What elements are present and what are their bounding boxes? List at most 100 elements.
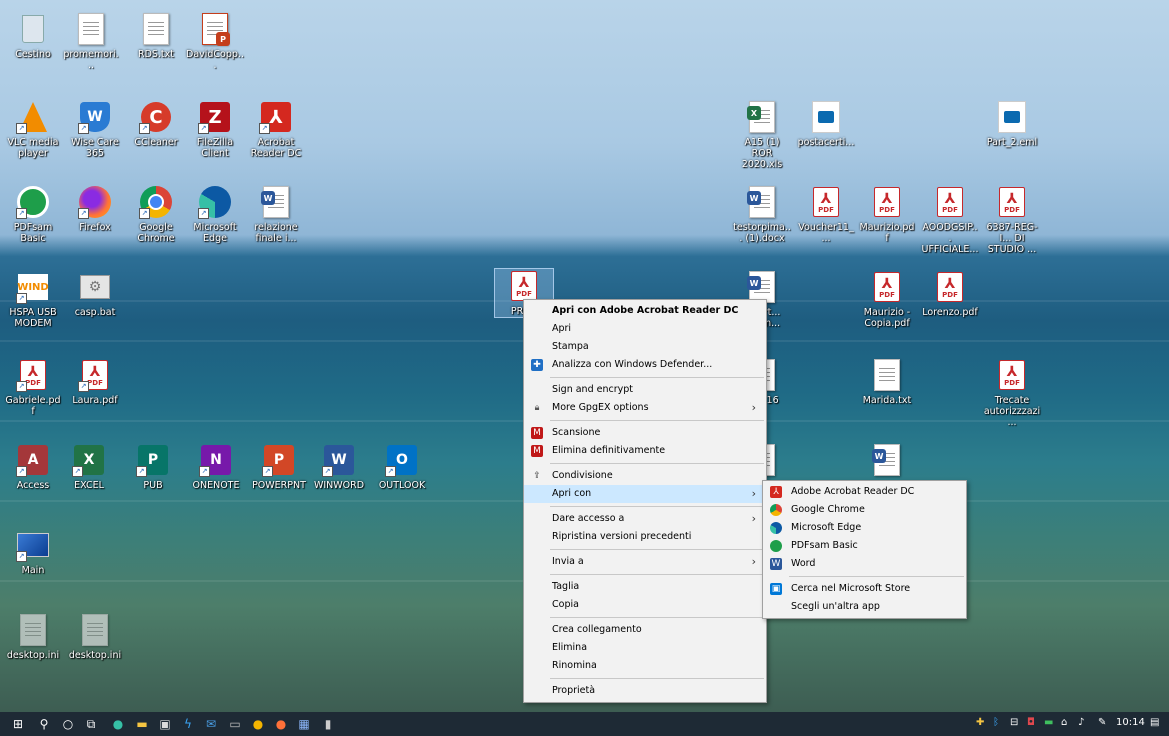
start-windows-icon[interactable]: ⊞	[10, 716, 26, 732]
menu-item-send-to[interactable]: Invia a ›	[524, 553, 766, 571]
submenu-item-acrobat[interactable]: ⅄ Adobe Acrobat Reader DC	[763, 483, 966, 501]
notification-icon[interactable]: ▤	[1150, 717, 1159, 728]
desktop-icon-hspa-modem[interactable]: WIND ↗ HSPA USB MODEM	[4, 270, 62, 329]
desktop-icon-pdfsam[interactable]: ↗ PDFsam Basic	[4, 185, 62, 244]
menu-item-open[interactable]: Apri	[524, 320, 766, 338]
menu-item-give-access[interactable]: Dare accesso a ›	[524, 510, 766, 528]
app-taskbar-icon[interactable]: ▦	[296, 716, 312, 732]
battery-icon[interactable]: ▬	[1044, 717, 1053, 728]
tray-network-icon[interactable]: ✚	[976, 717, 984, 728]
desktop-icon-maurizio-copia-pdf[interactable]: ⅄ PDF Maurizio - Copia.pdf	[858, 270, 916, 329]
pen-icon[interactable]: ✎	[1098, 717, 1106, 728]
submenu-item-choose-app[interactable]: Scegli un'altra app	[763, 598, 966, 616]
tray-app-icon[interactable]: ⊟	[1010, 717, 1018, 728]
submenu-item-edge[interactable]: Microsoft Edge	[763, 519, 966, 537]
menu-item-rename[interactable]: Rinomina	[524, 657, 766, 675]
desktop-icon-aoodgsip[interactable]: ⅄ PDF AOODGSIP... UFFICIALE...	[921, 185, 979, 255]
mcafee-tray-icon[interactable]: ◘	[1027, 717, 1035, 728]
desktop-icon-acrobat[interactable]: ⅄ ↗ Acrobat Reader DC	[247, 100, 305, 159]
desktop-icon-voucher[interactable]: ⅄ PDF Voucher11_...	[797, 185, 855, 244]
menu-separator	[550, 549, 764, 550]
desktop-icon-part2-eml[interactable]: Part_2.eml	[983, 100, 1041, 148]
mail-taskbar-icon[interactable]: ✉	[203, 716, 219, 732]
desktop-icon-vlc[interactable]: ↗ VLC media player	[4, 100, 62, 159]
file-explorer-icon[interactable]: ▬	[134, 716, 150, 732]
desktop-icon-promemoria[interactable]: promemori...	[62, 12, 120, 71]
onenote-icon: N ↗	[199, 443, 233, 477]
desktop-icon-relazione[interactable]: W relazione finale i...	[247, 185, 305, 244]
desktop-icon-edge[interactable]: ↗ Microsoft Edge	[186, 185, 244, 244]
menu-item-open-with[interactable]: Apri con ›	[524, 485, 766, 503]
menu-item-sign-encrypt[interactable]: Sign and encrypt	[524, 381, 766, 399]
desktop-icon-word[interactable]: W ↗ WINWORD	[310, 443, 368, 491]
desktop-icon-lorenzo-pdf[interactable]: ⅄ PDF Lorenzo.pdf	[921, 270, 979, 318]
lightning-app-icon[interactable]: ϟ	[180, 716, 196, 732]
desktop-icon-powerpoint[interactable]: P ↗ POWERPNT	[250, 443, 308, 491]
menu-item-create-shortcut[interactable]: Crea collegamento	[524, 621, 766, 639]
desktop-icon-6387-reg[interactable]: ⅄ PDF 6387-REG-I... DI STUDIO ...	[983, 185, 1041, 255]
menu-item-print[interactable]: Stampa	[524, 338, 766, 356]
menu-item-gpgex-options[interactable]: 🔒︎ More GpgEX options ›	[524, 399, 766, 417]
desktop-icon-main[interactable]: ↗ Main	[4, 528, 62, 576]
desktop-icon-word-partial[interactable]: W	[858, 443, 916, 477]
desktop-icon-trecate[interactable]: ⅄ PDF Trecate autorizzzazi...	[983, 358, 1041, 428]
menu-item-share[interactable]: ⇪ Condivisione	[524, 467, 766, 485]
menu-item-scan[interactable]: M Scansione	[524, 424, 766, 442]
desktop-icon-outlook[interactable]: O ↗ OUTLOOK	[373, 443, 431, 491]
chrome-taskbar-icon[interactable]: ●	[250, 716, 266, 732]
desktop-icon-rds-txt[interactable]: RDS.txt	[127, 12, 185, 60]
desktop-icon-publisher[interactable]: P ↗ PUB	[124, 443, 182, 491]
submenu-item-pdfsam[interactable]: PDFsam Basic	[763, 537, 966, 555]
desktop-icon-recycle-bin[interactable]: Cestino	[4, 12, 62, 60]
desktop-icon-onenote[interactable]: N ↗ ONENOTE	[187, 443, 245, 491]
desktop-icon-access[interactable]: A ↗ Access	[4, 443, 62, 491]
search-icon[interactable]: ⚲	[36, 716, 52, 732]
desktop-icon-chrome[interactable]: ↗ Google Chrome	[127, 185, 185, 244]
menu-separator	[550, 463, 764, 464]
task-view-icon[interactable]: ⧉	[83, 716, 99, 732]
desktop-icon-casp-bat[interactable]: ⚙ casp.bat	[66, 270, 124, 318]
taskbar: ⊞ ⚲ ○ ⧉ ● ▬ ▣ ϟ ✉ ▭ ● ● ▦ ▮ ✚ ᛒ ⊟ ◘ ▬ ⌂ …	[0, 712, 1169, 736]
desktop-icon-firefox[interactable]: ↗ Firefox	[66, 185, 124, 233]
cortana-circle-icon[interactable]: ○	[60, 716, 76, 732]
bluetooth-icon[interactable]: ᛒ	[993, 717, 999, 728]
desktop-icon-ccleaner[interactable]: C ↗ CCleaner	[127, 100, 185, 148]
excel-icon: X ↗	[72, 443, 106, 477]
menu-item-shred[interactable]: M Elimina definitivamente	[524, 442, 766, 460]
desktop-icon-filezilla[interactable]: Z ↗ FileZilla Client	[186, 100, 244, 159]
desktop-icon-davidcopp[interactable]: P DavidCopp...	[186, 12, 244, 71]
desktop-icon-excel[interactable]: X ↗ EXCEL	[60, 443, 118, 491]
notepad-taskbar-icon[interactable]: ▮	[320, 716, 336, 732]
submenu-item-store[interactable]: ▣ Cerca nel Microsoft Store	[763, 580, 966, 598]
terminal-icon[interactable]: ▭	[227, 716, 243, 732]
edge-taskbar-icon[interactable]: ●	[110, 716, 126, 732]
menu-item-open-acrobat[interactable]: Apri con Adobe Acrobat Reader DC	[524, 302, 766, 320]
store-bag-icon[interactable]: ▣	[157, 716, 173, 732]
clock-time[interactable]: 10:14	[1116, 717, 1145, 728]
desktop-icon-desktop-ini-2[interactable]: desktop.ini	[66, 613, 124, 661]
desktop-icon-desktop-ini-1[interactable]: desktop.ini	[4, 613, 62, 661]
icon-label: Google Chrome	[137, 222, 175, 244]
menu-item-restore-versions[interactable]: Ripristina versioni precedenti	[524, 528, 766, 546]
menu-item-properties[interactable]: Proprietà	[524, 682, 766, 700]
menu-item-delete[interactable]: Elimina	[524, 639, 766, 657]
desktop-icon-a15-xls[interactable]: X A15 (1) ROR 2020.xls	[733, 100, 791, 170]
volume-icon[interactable]: ♪	[1078, 717, 1084, 728]
firefox-taskbar-icon[interactable]: ●	[273, 716, 289, 732]
desktop-icon-marida-txt[interactable]: Marida.txt	[858, 358, 916, 406]
menu-item-defender-scan[interactable]: ✚ Analizza con Windows Defender...	[524, 356, 766, 374]
desktop-icon-testorpima-docx[interactable]: W testorpima... (1).docx	[733, 185, 791, 244]
desktop-icon-postacerti[interactable]: postacerti...	[797, 100, 855, 148]
icon-label: testorpima... (1).docx	[733, 222, 791, 244]
icon-label: HSPA USB MODEM	[9, 307, 57, 329]
desktop-icon-laura-pdf[interactable]: ⅄ PDF ↗ Laura.pdf	[66, 358, 124, 406]
desktop-icon-gabriele-pdf[interactable]: ⅄ PDF ↗ Gabriele.pdf	[4, 358, 62, 417]
desktop-icon-wise-care[interactable]: W ↗ Wise Care 365	[66, 100, 124, 159]
menu-item-copy[interactable]: Copia	[524, 596, 766, 614]
menu-item-cut[interactable]: Taglia	[524, 578, 766, 596]
wifi-icon[interactable]: ⌂	[1061, 717, 1067, 728]
desktop-icon-maurizio-pdf[interactable]: ⅄ PDF Maurizio.pdf	[858, 185, 916, 244]
submenu-item-word[interactable]: W Word	[763, 555, 966, 573]
microsoft-store-icon: ▣	[770, 583, 782, 595]
submenu-item-chrome[interactable]: Google Chrome	[763, 501, 966, 519]
